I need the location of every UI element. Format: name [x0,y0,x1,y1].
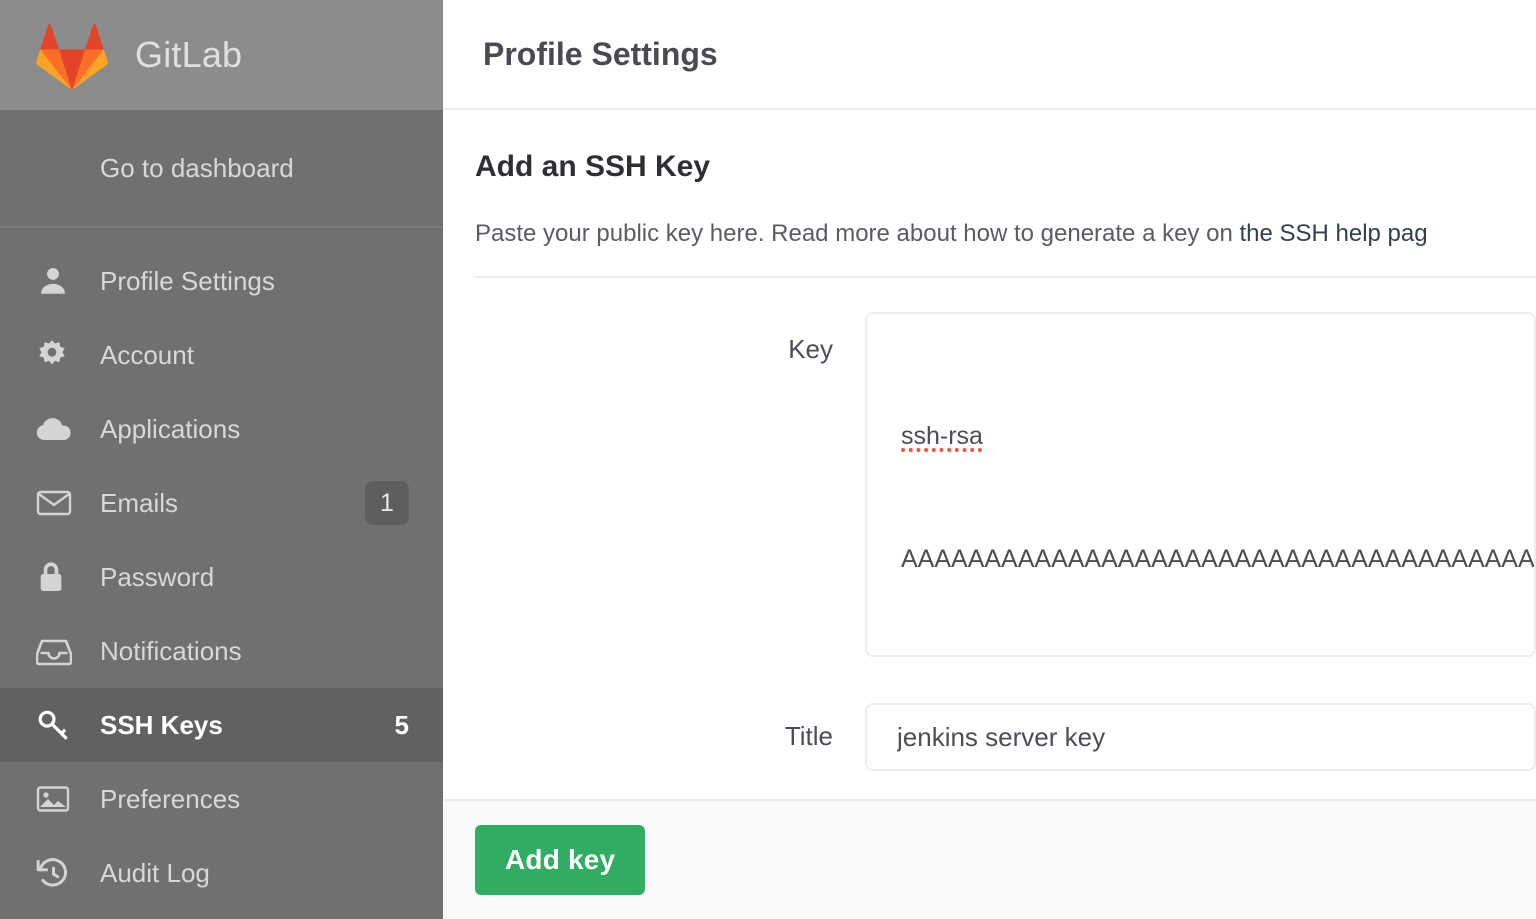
sidebar-item-emails[interactable]: Emails 1 [0,466,443,540]
key-field-label: Key [788,334,833,364]
history-icon [36,857,80,889]
lock-icon [36,560,80,594]
sidebar-item-label: SSH Keys [100,709,223,740]
key-icon [36,708,80,742]
sidebar-item-label: Preferences [100,783,241,814]
section-description: Paste your public key here. Read more ab… [475,220,1536,248]
sidebar-item-preferences[interactable]: Preferences [0,762,443,836]
sidebar-item-password[interactable]: Password [0,540,443,614]
ssh-key-form-section: Add an SSH Key Paste your public key her… [443,110,1536,799]
sidebar-item-count: 5 [394,709,409,740]
sidebar-item-profile-settings[interactable]: Profile Settings [0,244,443,318]
section-divider [475,276,1536,278]
sidebar-item-label: Applications [100,413,241,444]
section-description-text: Paste your public key here. Read more ab… [475,220,1240,247]
sidebar-nav: Profile Settings Account Applications Em… [0,228,443,919]
cloud-icon [36,414,80,444]
ssh-help-page-link[interactable]: the SSH help pag [1239,220,1427,247]
sidebar-item-label: Notifications [100,635,242,666]
page-header: Profile Settings [443,0,1536,110]
sidebar-item-label: Account [100,339,194,370]
image-icon [36,784,80,814]
sidebar-item-label: Password [100,561,215,592]
title-field-label: Title [784,721,833,751]
sidebar-item-ssh-keys[interactable]: SSH Keys 5 [0,688,443,762]
sidebar-item-applications[interactable]: Applications [0,392,443,466]
envelope-icon [36,489,80,517]
app-root: GitLab Go to dashboard Profile Settings [0,0,1536,919]
page-title: Profile Settings [483,35,718,72]
add-key-button[interactable]: Add key [475,825,646,895]
sidebar-item-notifications[interactable]: Notifications [0,614,443,688]
ssh-key-body-line: AAAAAAAAAAAAAAAAAAAAAAAAAAAAAAAAAAAAAAAA… [901,545,1535,573]
form-footer: Add key [443,799,1536,919]
ssh-key-textarea[interactable]: ssh-rsa AAAAAAAAAAAAAAAAAAAAAAAAAAAAAAAA… [865,312,1536,657]
sidebar-item-label: Profile Settings [100,265,275,296]
section-title: Add an SSH Key [475,150,711,183]
sidebar-item-account[interactable]: Account [0,318,443,392]
key-form-row: Key ssh-rsa AAAAAAAAAAAAAAAAAAAAAAAAAAAA… [475,312,1536,657]
title-field-wrap [865,703,1536,771]
sidebar-item-audit-log[interactable]: Audit Log [0,836,443,910]
inbox-icon [36,636,80,666]
user-icon [36,264,80,298]
status-badge: 1 [365,481,409,525]
brand-name: GitLab [135,34,243,75]
sidebar-item-label: Emails [100,487,179,518]
ssh-key-type-token: ssh-rsa [901,422,983,450]
title-form-row: Title [475,703,1536,771]
gear-icon [36,339,80,371]
go-to-dashboard-link[interactable]: Go to dashboard [0,110,443,228]
gitlab-tanuki-logo-icon [36,23,108,90]
main-content: Profile Settings Add an SSH Key Paste yo… [443,0,1536,919]
key-field-wrap: ssh-rsa AAAAAAAAAAAAAAAAAAAAAAAAAAAAAAAA… [865,312,1536,657]
ssh-key-title-input[interactable] [865,703,1536,771]
brand-header[interactable]: GitLab [0,0,443,110]
sidebar-item-label: Audit Log [100,857,210,888]
sidebar: GitLab Go to dashboard Profile Settings [0,0,443,919]
